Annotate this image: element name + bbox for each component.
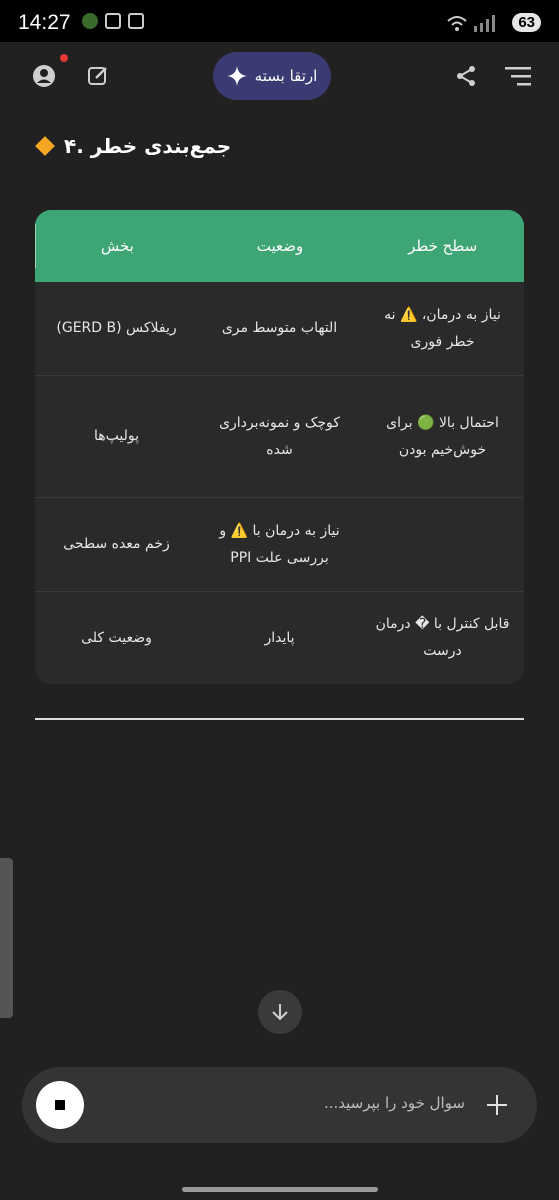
header-part: بخش [35,224,199,268]
cell-risk: احتمال بالا 🟢 برای خوش‌خیم بودن [386,414,499,458]
message-composer: سوال خود را بپرسید... [22,1067,537,1143]
table-header: سطح خطر وضعیت بخش [35,210,524,282]
menu-icon [505,67,531,86]
stop-icon [55,1100,65,1110]
cell-status: پایدار [264,629,295,646]
account-icon [33,65,55,87]
share-button[interactable] [446,56,486,96]
edge-scroll-handle[interactable] [0,858,13,1018]
section-heading: جمع‌بندی خطر .۴ [34,134,231,158]
cell-risk [361,498,524,591]
cell-part: ریفلاکس (GERD B) [56,320,177,336]
top-bar: ارتقا بسته [0,42,559,112]
screenshot-icon [105,13,121,29]
cell-status: کوچک و نمونه‌برداری شده [219,414,340,458]
cell-status: التهاب متوسط مری [221,320,338,336]
app-notification-icon [82,13,98,29]
upgrade-label: ارتقا بسته [254,67,318,85]
header-risk: سطح خطر [408,237,478,255]
battery-indicator: 63 [512,13,541,32]
table-row: احتمال بالا 🟢 برای خوش‌خیم بودن کوچک و ن… [35,376,524,498]
menu-button[interactable] [498,56,538,96]
share-icon [457,66,475,86]
cell-part: پولیپ‌ها [94,428,140,444]
header-status: وضعیت [256,237,304,255]
home-indicator [182,1187,378,1192]
orange-diamond-icon [35,136,55,156]
table-row: قابل کنترل با � درمان درست پایدار وضعیت … [35,592,524,684]
upgrade-button[interactable]: ارتقا بسته [213,52,331,100]
horizontal-rule [35,718,524,720]
message-input[interactable]: سوال خود را بپرسید... [324,1094,465,1112]
add-attachment-icon[interactable] [483,1091,511,1119]
new-chat-button[interactable] [78,56,118,96]
status-bar: 14:27 63 [0,0,559,42]
table-row: نیاز به درمان با ⚠️ و بررسی علت PPI زخم … [35,498,524,592]
section-title: جمع‌بندی خطر .۴ [64,134,232,158]
edit-icon [88,67,107,85]
sparkle-icon [226,66,247,86]
cell-risk: قابل کنترل با � درمان درست [375,616,510,659]
status-time: 14:27 [18,11,71,34]
arrow-down-icon [272,1004,288,1021]
scroll-down-button[interactable] [258,990,302,1034]
risk-summary-table: سطح خطر وضعیت بخش نیاز به درمان، ⚠️ نه خ… [35,210,524,684]
cell-part: وضعیت کلی [81,629,152,646]
mail-icon [128,13,144,29]
wifi-signal-icon [447,14,496,32]
profile-button[interactable] [24,54,68,96]
stop-generation-button[interactable] [36,1081,84,1129]
cell-risk: نیاز به درمان، ⚠️ نه خطر فوری [384,306,501,350]
cell-part: زخم معده سطحی [63,536,170,552]
cell-status: نیاز به درمان با ⚠️ و بررسی علت PPI [219,522,340,566]
table-row: نیاز به درمان، ⚠️ نه خطر فوری التهاب متو… [35,282,524,376]
notification-dot [60,54,68,62]
